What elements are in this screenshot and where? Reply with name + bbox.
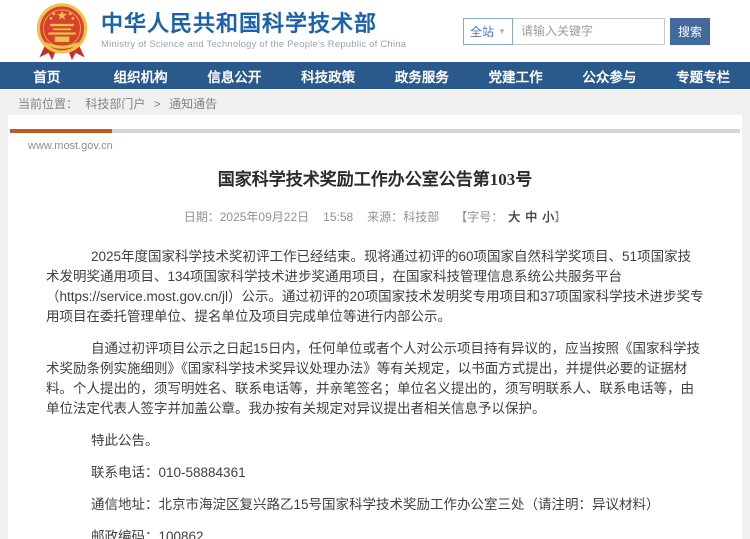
site-title: 中华人民共和国科学技术部 — [101, 11, 378, 36]
site-header: 中华人民共和国科学技术部 Ministry of Science and Tec… — [0, 0, 750, 62]
nav-item-organization[interactable]: 组织机构 — [94, 62, 188, 89]
meta-source: 科技部 — [403, 210, 440, 224]
article-content: 2025年度国家科学技术奖初评工作已经结束。现将通过初评的60项国家自然科学奖项… — [8, 225, 742, 539]
breadcrumb-link-notices[interactable]: 通知通告 — [169, 97, 217, 111]
breadcrumb-link-portal[interactable]: 科技部门户 — [85, 97, 145, 111]
article-postal-code: 邮政编码：100862 — [91, 529, 204, 539]
article-contact-phone: 联系电话：010-58884361 — [91, 465, 246, 480]
article-paragraph-2: 自通过初评项目公示之日起15日内，任何单位或者个人对公示项目持有异议的，应当按照… — [46, 341, 701, 416]
nav-item-gov-services[interactable]: 政务服务 — [375, 62, 469, 89]
fontsize-medium-button[interactable]: 中 — [525, 210, 537, 224]
site-logo[interactable]: 中华人民共和国科学技术部 Ministry of Science and Tec… — [33, 0, 406, 62]
nav-item-party-building[interactable]: 党建工作 — [469, 62, 563, 89]
source-url: www.most.gov.cn — [28, 140, 113, 152]
meta-time: 15:58 — [323, 210, 354, 224]
card-topline — [10, 129, 740, 133]
nav-item-special-topics[interactable]: 专题专栏 — [656, 62, 750, 89]
search-button[interactable]: 搜索 — [670, 17, 710, 45]
page: 中华人民共和国科学技术部 Ministry of Science and Tec… — [0, 0, 750, 539]
article-paragraph-3: 特此公告。 — [91, 433, 159, 448]
national-emblem-icon — [33, 2, 91, 62]
article-card: www.most.gov.cn 国家科学技术奖励工作办公室公告第103号 日期：… — [8, 115, 742, 539]
breadcrumb-separator: > — [153, 97, 161, 111]
nav-item-public-participation[interactable]: 公众参与 — [563, 62, 657, 89]
brand-text: 中华人民共和国科学技术部 Ministry of Science and Tec… — [101, 11, 407, 51]
search-input[interactable] — [513, 17, 665, 45]
article-contact-address: 通信地址：北京市海淀区复兴路乙15号国家科学技术奖励工作办公室三处（请注明：异议… — [91, 497, 660, 512]
search-scope-select[interactable]: 全站 ▼ — [463, 17, 513, 45]
search-bar: 全站 ▼ 搜索 — [463, 17, 710, 45]
fontsize-small-button[interactable]: 小 — [542, 210, 554, 224]
topline-accent — [10, 129, 112, 133]
article-paragraph-1: 2025年度国家科学技术奖初评工作已经结束。现将通过初评的60项国家自然科学奖项… — [46, 249, 704, 324]
meta-date: 2025年09月22日 — [219, 210, 310, 224]
fontsize-large-button[interactable]: 大 — [508, 210, 520, 224]
meta-fontsize-label: 【字号： — [455, 210, 504, 224]
breadcrumb: 当前位置： 科技部门户 > 通知通告 — [0, 89, 750, 115]
chevron-down-icon: ▼ — [498, 26, 506, 36]
article-meta: 日期：2025年09月22日 15:58 来源：科技部 【字号： 大中小】 — [8, 208, 742, 225]
meta-fontsize-suffix: 】 — [554, 210, 567, 224]
nav-item-sci-policy[interactable]: 科技政策 — [281, 62, 375, 89]
site-subtitle-en: Ministry of Science and Technology of th… — [101, 39, 407, 50]
meta-source-label: 来源： — [367, 210, 404, 224]
article-title: 国家科学技术奖励工作办公室公告第103号 — [217, 170, 533, 189]
main-nav: 首页 组织机构 信息公开 科技政策 政务服务 党建工作 公众参与 专题专栏 — [0, 62, 750, 89]
breadcrumb-label: 当前位置： — [18, 97, 79, 111]
nav-item-info-disclosure[interactable]: 信息公开 — [188, 62, 282, 89]
nav-item-home[interactable]: 首页 — [0, 62, 94, 89]
meta-date-label: 日期： — [183, 210, 220, 224]
search-scope-value: 全站 — [470, 24, 495, 39]
